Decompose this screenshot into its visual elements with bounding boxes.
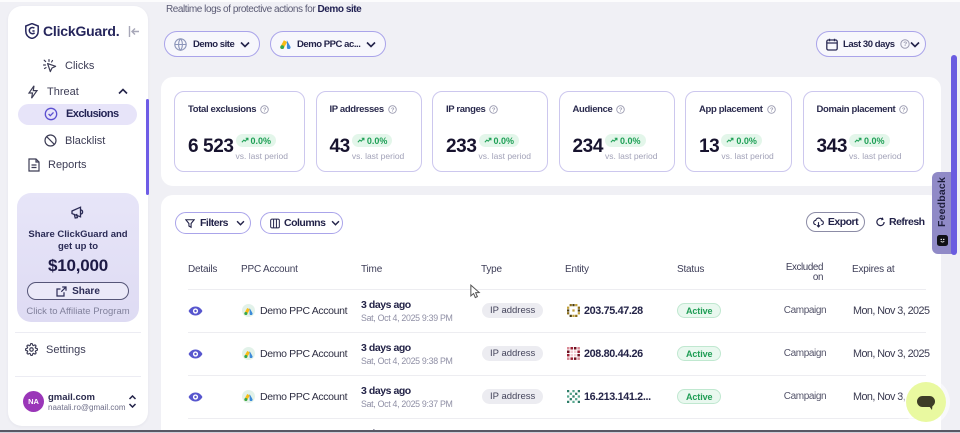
svg-text:?: ?	[903, 41, 907, 48]
